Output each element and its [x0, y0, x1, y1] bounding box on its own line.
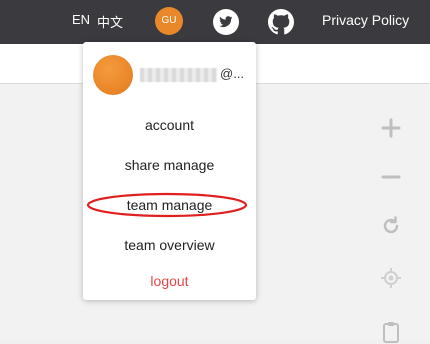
language-zh-link[interactable]: 中文 — [97, 12, 123, 31]
locate-icon[interactable] — [379, 266, 403, 290]
menu-item-team-overview[interactable]: team overview — [83, 237, 256, 253]
clipboard-icon[interactable] — [379, 320, 403, 344]
redacted-email-block — [140, 68, 217, 82]
menu-item-share-manage[interactable]: share manage — [83, 157, 256, 173]
top-navigation-bar: EN 中文 GU Privacy Policy — [0, 0, 430, 44]
zoom-in-icon[interactable] — [379, 116, 403, 140]
user-avatar — [93, 55, 133, 95]
github-icon[interactable] — [268, 9, 294, 35]
twitter-icon[interactable] — [213, 9, 239, 35]
user-dropdown-menu: @... account share manage team manage te… — [83, 42, 256, 300]
menu-item-account[interactable]: account — [83, 117, 256, 133]
language-en-link[interactable]: EN — [72, 12, 90, 27]
user-email: @... — [138, 66, 253, 84]
user-avatar-button[interactable]: GU — [155, 7, 183, 35]
email-suffix: @... — [220, 66, 245, 81]
menu-item-logout[interactable]: logout — [83, 273, 256, 289]
refresh-icon[interactable] — [379, 214, 403, 238]
privacy-policy-link[interactable]: Privacy Policy — [322, 12, 409, 28]
zoom-out-icon[interactable] — [379, 165, 403, 189]
highlight-annotation — [86, 192, 248, 218]
